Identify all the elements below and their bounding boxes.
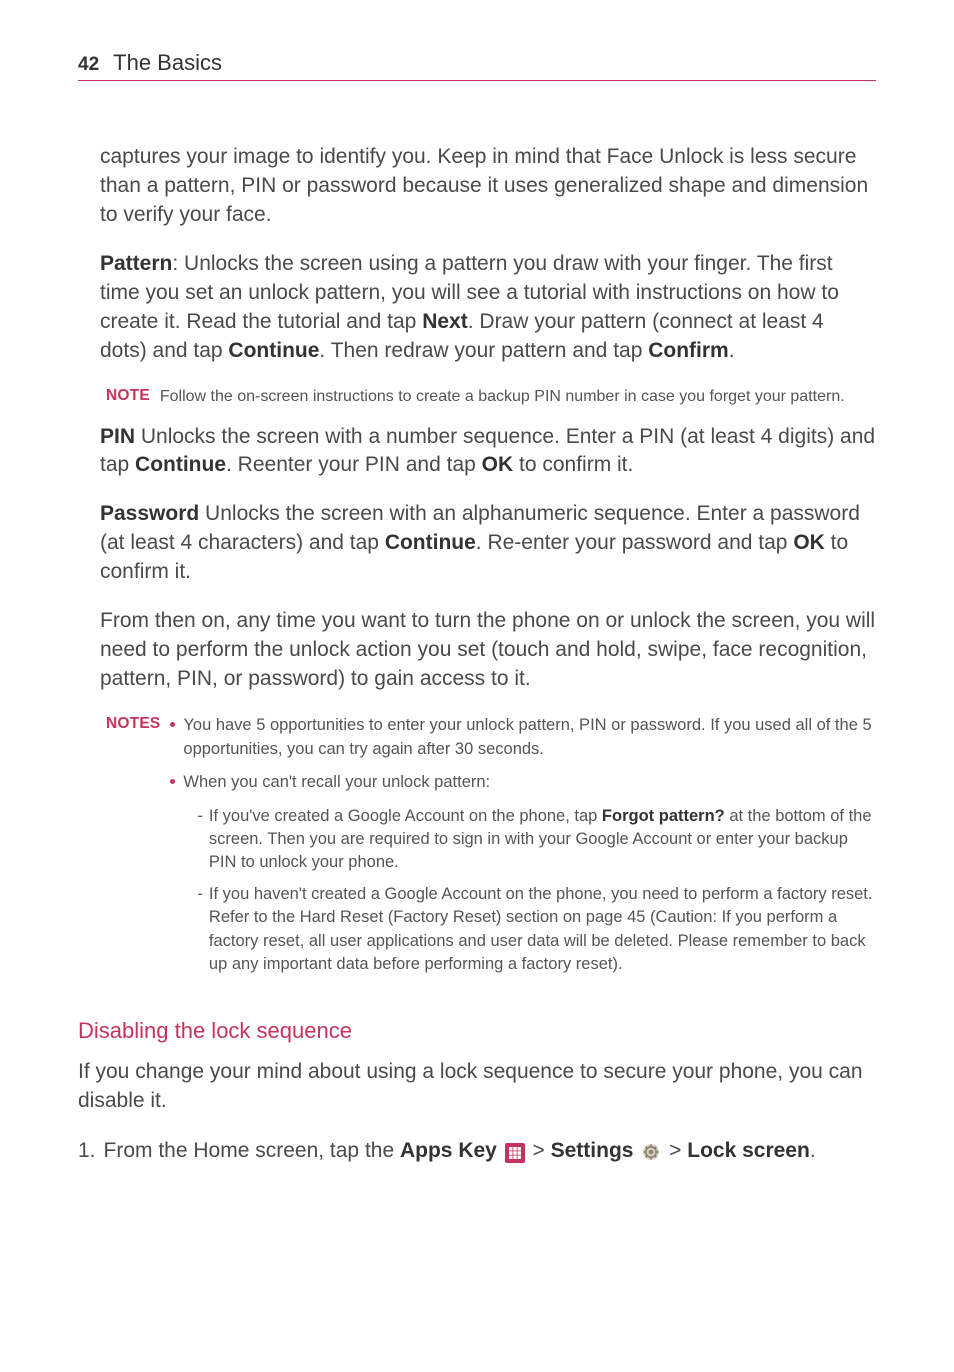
notes-label: NOTES [106,714,160,994]
apps-key-label: Apps Key [400,1139,497,1162]
notes-sub-list: - If you've created a Google Account on … [197,805,876,977]
pin-paragraph: PIN Unlocks the screen with a number seq… [100,423,876,481]
lock-screen-label: Lock screen [687,1139,810,1162]
bullet-icon [170,722,175,727]
page-header: 42 The Basics [78,50,876,81]
note-backup-pin: NOTE Follow the on-screen instructions t… [106,386,876,409]
step-end: . [810,1139,816,1162]
note-text: Follow the on-screen instructions to cre… [160,386,845,409]
pattern-label: Pattern [100,252,172,275]
from-then-paragraph: From then on, any time you want to turn … [100,607,876,694]
pattern-text-4: . [729,339,735,362]
next-label: Next [422,310,468,333]
notes-bullet-2-text: When you can't recall your unlock patter… [183,771,876,984]
body-content: captures your image to identify you. Kee… [100,143,876,994]
note-label: NOTE [106,386,150,409]
manual-page: 42 The Basics captures your image to ide… [0,0,954,1240]
forgot-pattern-label: Forgot pattern? [602,807,725,825]
disable-intro-paragraph: If you change your mind about using a lo… [78,1058,876,1116]
settings-icon [641,1142,661,1162]
disable-lock-heading: Disabling the lock sequence [78,1018,876,1044]
ok-label-2: OK [793,531,825,554]
password-label: Password [100,502,199,525]
page-number: 42 [78,54,99,76]
step-number: 1. [78,1136,96,1166]
pin-text-3: to confirm it. [513,453,633,476]
pattern-text-3: . Then redraw your pattern and tap [319,339,648,362]
section-title: The Basics [113,50,222,76]
notes-bullet-1-text: You have 5 opportunities to enter your u… [183,714,876,761]
gt-1: > [527,1139,551,1162]
notes-bullet-2: When you can't recall your unlock patter… [170,771,876,984]
dash-icon: - [197,883,203,977]
notes-block: NOTES You have 5 opportunities to enter … [106,714,876,994]
ok-label: OK [482,453,514,476]
continue-label-3: Continue [385,531,476,554]
settings-label: Settings [551,1139,634,1162]
confirm-label: Confirm [648,339,729,362]
dash-icon: - [197,805,203,875]
bullet-icon [170,779,175,784]
notes-bullet-1: You have 5 opportunities to enter your u… [170,714,876,761]
notes-sub-1: - If you've created a Google Account on … [197,805,876,875]
apps-key-icon [505,1143,525,1163]
notes-sub-2: - If you haven't created a Google Accoun… [197,883,876,977]
gt-2: > [663,1139,687,1162]
notes-bullet-2-label: When you can't recall your unlock patter… [183,773,490,791]
password-text-2: . Re-enter your password and tap [476,531,794,554]
pin-text-2: . Reenter your PIN and tap [226,453,482,476]
continue-label: Continue [228,339,319,362]
notes-sub-2-text: If you haven't created a Google Account … [209,883,876,977]
pin-label: PIN [100,425,135,448]
password-paragraph: Password Unlocks the screen with an alph… [100,500,876,587]
step-1: 1. From the Home screen, tap the Apps Ke… [78,1136,876,1166]
notes-sub-1a: If you've created a Google Account on th… [209,807,602,825]
step-text-a: From the Home screen, tap the [104,1139,400,1162]
face-unlock-paragraph: captures your image to identify you. Kee… [100,143,876,230]
pattern-paragraph: Pattern: Unlocks the screen using a patt… [100,250,876,366]
continue-label-2: Continue [135,453,226,476]
